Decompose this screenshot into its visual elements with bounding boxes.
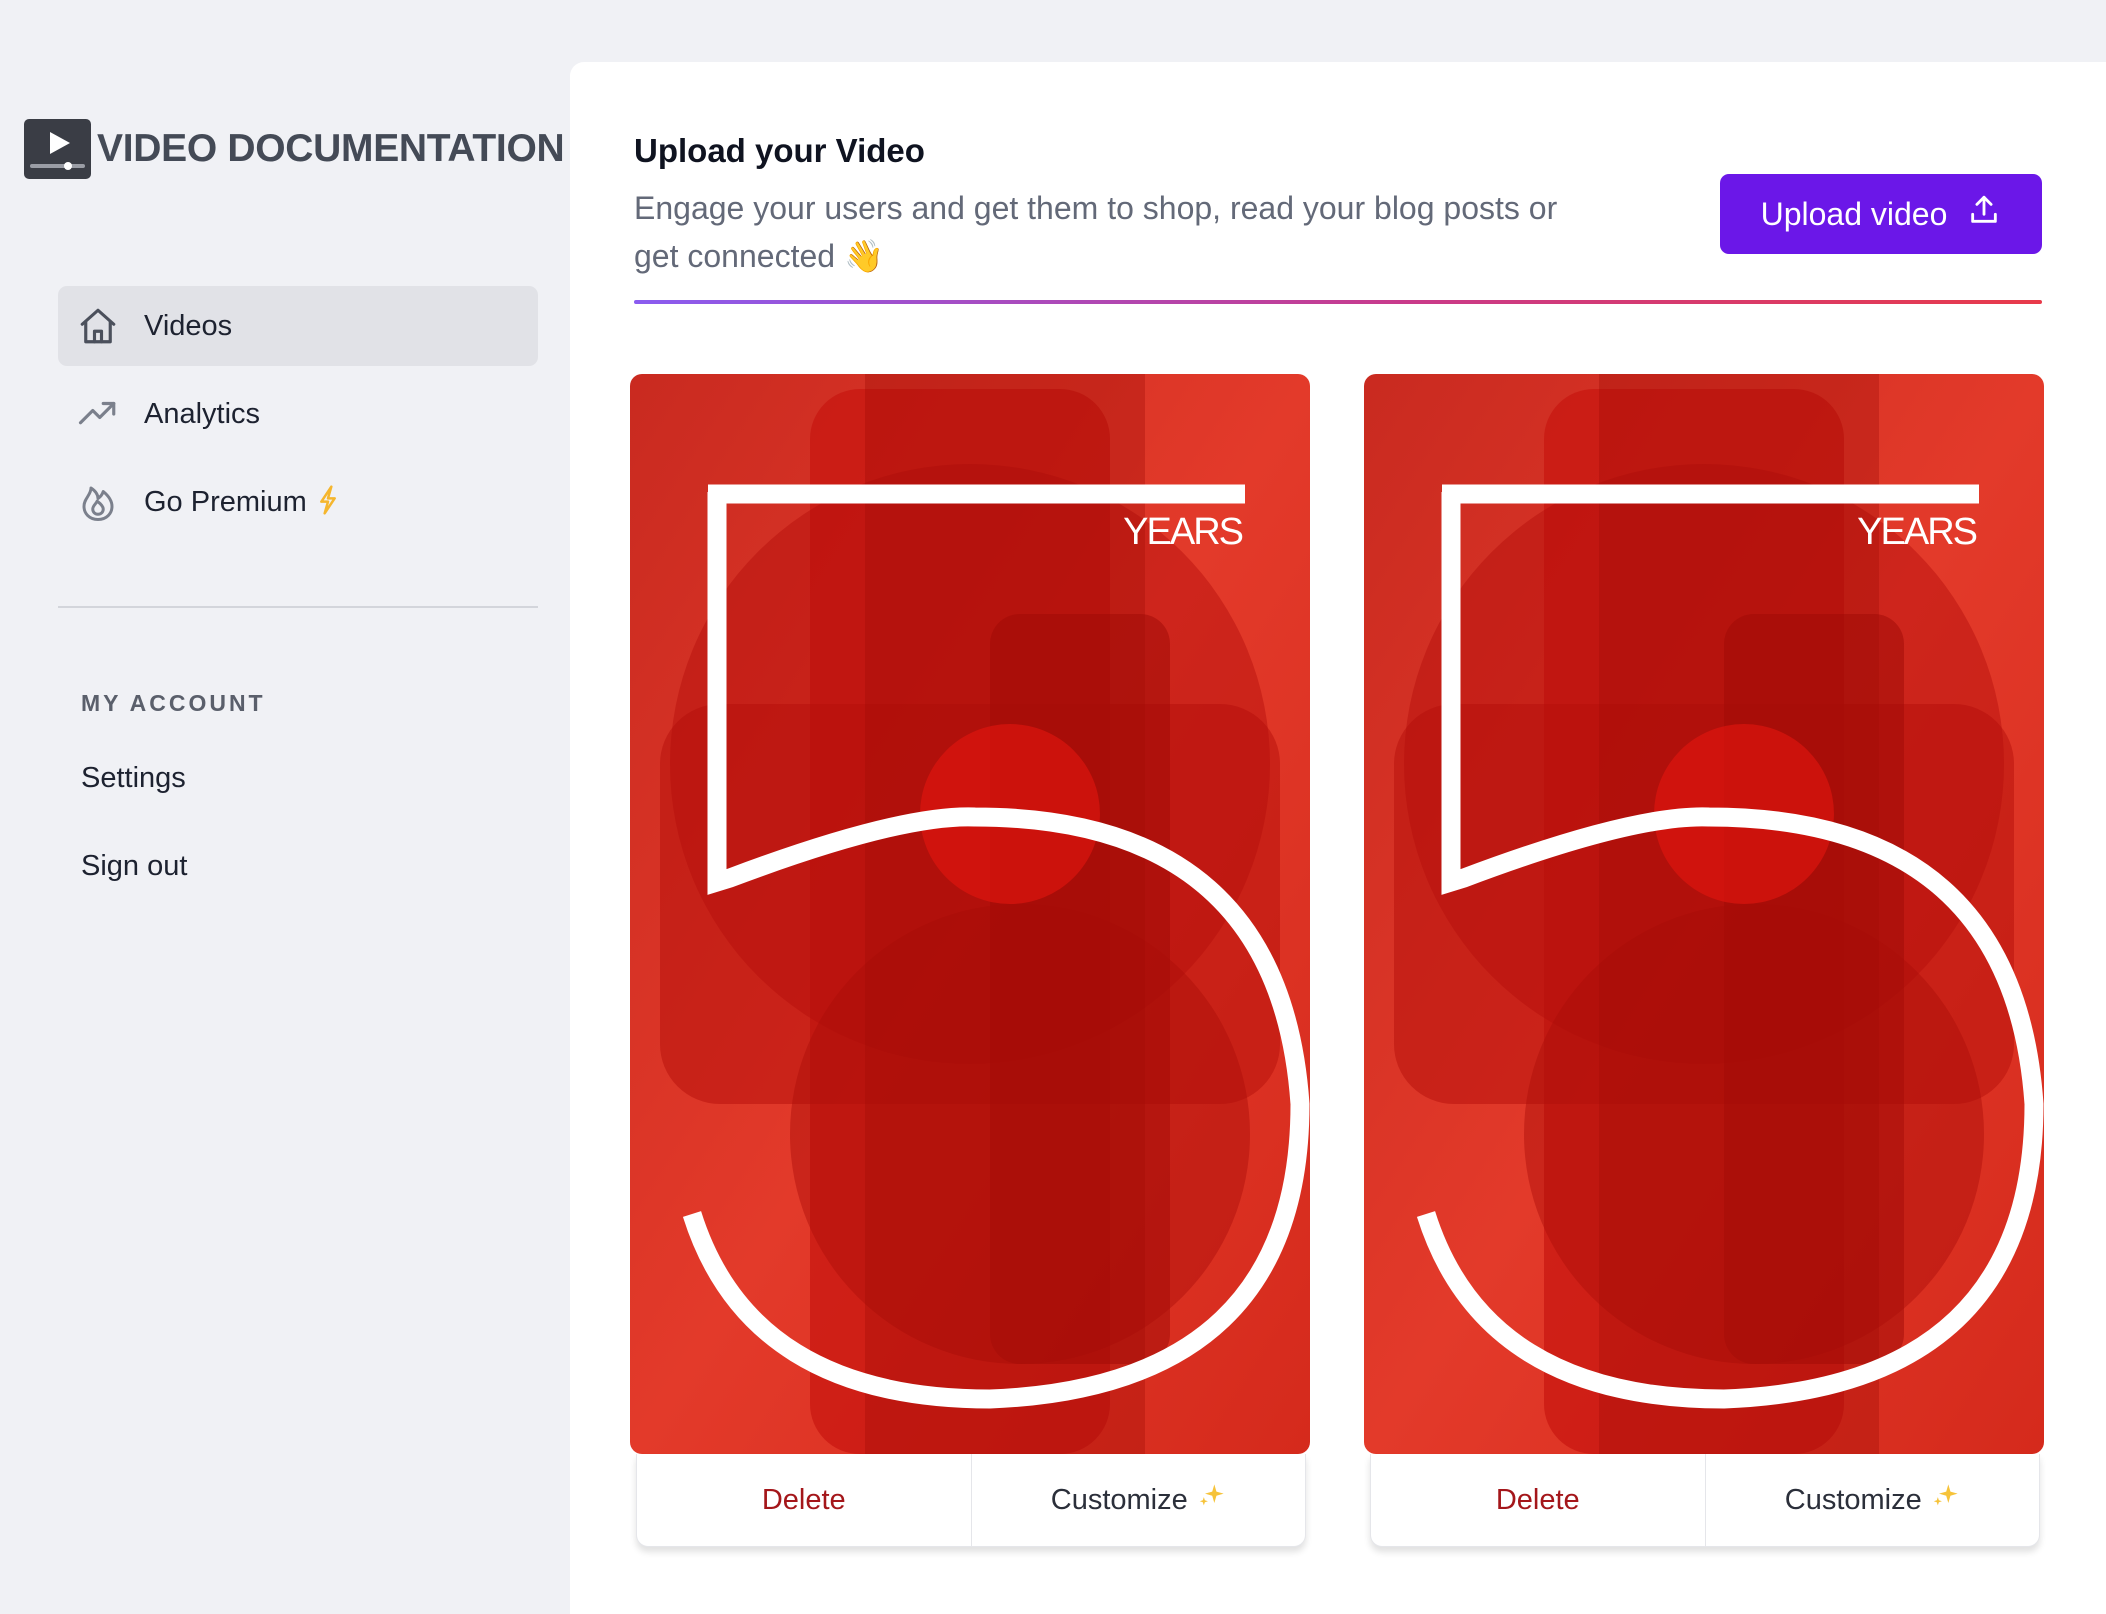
upload-video-button[interactable]: Upload video — [1720, 174, 2042, 254]
nav-label-videos: Videos — [144, 309, 233, 342]
delete-label: Delete — [761, 1483, 846, 1516]
main-nav: Videos Analytics Go Premium — [58, 286, 538, 550]
video-card: YEARS Delete Customize — [630, 374, 1310, 1547]
delete-button[interactable]: Delete — [637, 1454, 972, 1546]
fire-icon — [76, 480, 120, 524]
upload-icon — [1967, 193, 2001, 235]
delete-button[interactable]: Delete — [1371, 1454, 1706, 1546]
card-actions: Delete Customize — [1370, 1454, 2040, 1547]
customize-button[interactable]: Customize — [972, 1454, 1306, 1546]
my-account-heading: MY ACCOUNT — [81, 690, 266, 716]
main-panel: Upload your Video Engage your users and … — [570, 62, 2106, 1614]
sidebar-divider — [58, 606, 538, 608]
page-title: Upload your Video — [634, 132, 925, 169]
card-actions: Delete Customize — [636, 1454, 1306, 1547]
thumbnail-years-text: YEARS — [1857, 511, 1976, 553]
sparkles-icon — [1932, 1482, 1960, 1518]
trending-up-icon — [76, 392, 120, 436]
settings-link[interactable]: Settings — [81, 762, 186, 795]
lightning-icon — [317, 484, 339, 520]
delete-label: Delete — [1495, 1483, 1580, 1516]
page-description: Engage your users and get them to shop, … — [634, 190, 1558, 274]
customize-label: Customize — [1784, 1483, 1922, 1516]
video-thumbnail[interactable]: YEARS — [1364, 374, 2044, 1454]
sign-out-link[interactable]: Sign out — [81, 850, 187, 883]
brand[interactable]: VIDEO DOCUMENTATION — [24, 118, 565, 180]
brand-name: VIDEO DOCUMENTATION — [97, 127, 565, 170]
customize-button[interactable]: Customize — [1706, 1454, 2040, 1546]
nav-item-go-premium[interactable]: Go Premium — [58, 462, 538, 542]
header-divider — [634, 300, 2042, 304]
upload-video-label: Upload video — [1760, 195, 1948, 232]
video-card: YEARS Delete Customize — [1364, 374, 2044, 1547]
video-thumbnail[interactable]: YEARS — [630, 374, 1310, 1454]
nav-item-videos[interactable]: Videos — [58, 286, 538, 366]
thumbnail-years-text: YEARS — [1123, 511, 1242, 553]
video-player-icon — [24, 119, 91, 179]
home-icon — [76, 304, 120, 348]
customize-label: Customize — [1050, 1483, 1188, 1516]
nav-label-go-premium: Go Premium — [144, 485, 307, 518]
sidebar: VIDEO DOCUMENTATION Videos Analytics Go … — [0, 0, 569, 1614]
nav-label-analytics: Analytics — [144, 397, 261, 430]
sparkles-icon — [1198, 1482, 1226, 1518]
nav-item-analytics[interactable]: Analytics — [58, 374, 538, 454]
